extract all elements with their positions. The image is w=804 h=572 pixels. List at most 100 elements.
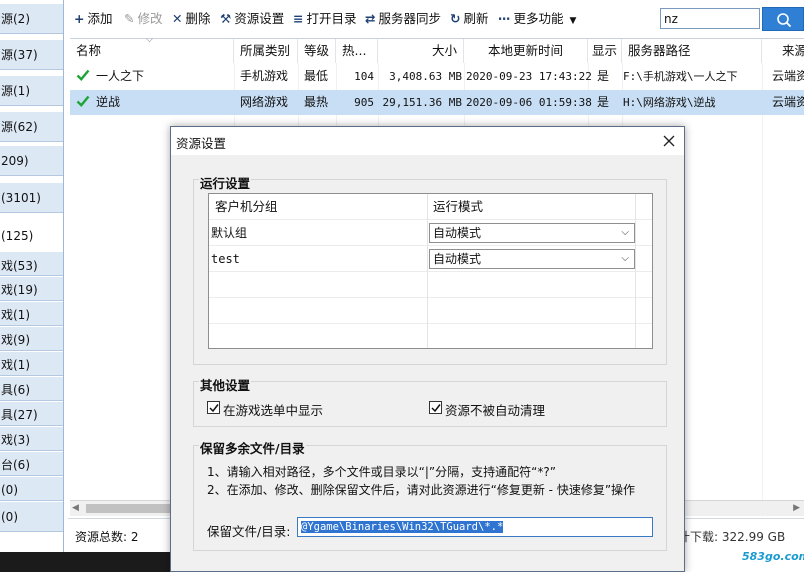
col-name[interactable]: 名称: [70, 39, 234, 63]
refresh-button[interactable]: ↻ 刷新: [450, 6, 489, 32]
run-mode-value: 自动模式: [433, 252, 482, 266]
category-item[interactable]: 戏(19): [0, 277, 63, 301]
col-client-group[interactable]: 客户机分组: [209, 194, 427, 219]
add-button[interactable]: + 添加: [74, 6, 113, 32]
category-item[interactable]: 台(6): [0, 452, 63, 476]
col-server-path[interactable]: 服务器路径: [622, 39, 762, 63]
col-show[interactable]: 显示: [588, 39, 622, 63]
col-level[interactable]: 等级: [298, 39, 336, 63]
wrench-icon: ⚒: [220, 11, 232, 26]
category-item[interactable]: 具(27): [0, 402, 63, 426]
category-label: 戏(1): [1, 308, 30, 322]
grid-line: [209, 323, 652, 324]
close-icon[interactable]: [659, 131, 679, 151]
more-label: 更多功能: [513, 11, 564, 26]
delete-label: 删除: [185, 11, 211, 26]
client-group-grid: 客户机分组 运行模式 默认组 自动模式 ⌵ test 自动模式 ⌵: [208, 193, 653, 349]
category-item[interactable]: 戏(53): [0, 252, 63, 276]
grid-line: [209, 297, 652, 298]
run-mode-select[interactable]: 自动模式 ⌵: [429, 249, 635, 269]
col-heat[interactable]: 热...: [336, 39, 378, 63]
col-local-time[interactable]: 本地更新时间: [464, 39, 588, 63]
delete-button[interactable]: ✕ 删除: [172, 6, 211, 32]
plus-icon: +: [74, 11, 85, 26]
keep-files-input[interactable]: @Ygame\Binaries\Win32\TGuard\*.*: [297, 517, 653, 537]
search-button[interactable]: [762, 7, 804, 31]
category-label: 戏(19): [1, 283, 38, 297]
category-item[interactable]: 戏(1): [0, 302, 63, 326]
refresh-icon: ↻: [450, 11, 461, 26]
col-run-mode[interactable]: 运行模式: [427, 194, 652, 219]
category-label: (0): [1, 483, 18, 497]
edit-label: 修改: [137, 11, 163, 26]
server-sync-label: 服务器同步: [378, 11, 441, 26]
category-sidebar: 源(2) 源(37) 源(1) 源(62) 209) (3101) (125) …: [0, 0, 64, 572]
category-item[interactable]: (0): [0, 502, 63, 532]
chevron-down-icon: ⌵: [621, 227, 629, 238]
category-item[interactable]: 209): [0, 146, 63, 176]
category-label: 戏(3): [1, 433, 30, 447]
cell-source: 云端资: [772, 95, 804, 109]
category-item[interactable]: 戏(1): [0, 352, 63, 376]
category-item-selected[interactable]: (125): [0, 219, 63, 253]
scroll-right-icon[interactable]: ▶: [793, 503, 800, 513]
col-size[interactable]: 大小: [378, 39, 464, 63]
category-item[interactable]: 具(6): [0, 377, 63, 401]
category-label: 戏(9): [1, 333, 30, 347]
cell-level: 最低: [304, 69, 329, 83]
show-in-menu-checkbox[interactable]: [207, 401, 220, 414]
category-label: (3101): [1, 191, 41, 205]
watermark: 583go.com: [742, 550, 804, 563]
category-label: 戏(1): [1, 358, 30, 372]
keep-files-note-2: 2、在添加、修改、删除保留文件后，请对此资源进行“修复更新 - 快速修复”操作: [207, 483, 636, 497]
category-item[interactable]: 源(62): [0, 112, 63, 142]
edit-button[interactable]: ✎ 修改: [124, 6, 163, 32]
cell-size: 29,151.36 MB: [382, 96, 462, 109]
category-item[interactable]: 源(2): [0, 4, 63, 34]
search-icon: [777, 13, 792, 28]
dialog-title: 资源设置: [176, 136, 227, 151]
grid-line: [762, 63, 763, 517]
more-dots-icon: ⋯: [498, 11, 511, 26]
grid-line: [209, 245, 652, 246]
show-in-menu-label[interactable]: 在游戏选单中显示: [223, 400, 323, 419]
resource-settings-button[interactable]: ⚒ 资源设置: [220, 6, 284, 32]
category-item[interactable]: 源(37): [0, 40, 63, 70]
category-item[interactable]: 戏(9): [0, 327, 63, 351]
category-label: 具(27): [1, 408, 38, 422]
category-item[interactable]: 戏(3): [0, 427, 63, 451]
cell-size: 3,408.63 MB: [389, 70, 462, 83]
col-source[interactable]: 来源: [762, 39, 804, 63]
category-item[interactable]: 源(1): [0, 76, 63, 106]
checkmark-icon: [431, 404, 441, 413]
run-mode-select[interactable]: 自动模式 ⌵: [429, 223, 635, 243]
open-dir-label: 打开目录: [306, 11, 357, 26]
category-label: 209): [1, 154, 29, 168]
check-icon: [76, 69, 90, 81]
run-settings-title: 运行设置: [199, 173, 252, 192]
no-auto-clean-label[interactable]: 资源不被自动清理: [445, 400, 545, 419]
pencil-icon: ✎: [124, 11, 135, 26]
grid-line: [209, 271, 652, 272]
category-item[interactable]: (0): [0, 477, 63, 501]
group-name-cell: 默认组: [211, 226, 248, 240]
keep-files-note-1: 1、请输入相对路径，多个文件或目录以“|”分隔，支持通配符“*?”: [207, 465, 556, 479]
category-item[interactable]: (3101): [0, 183, 63, 213]
cell-local-time: 2020-09-06 01:59:38: [466, 96, 592, 109]
checkmark-icon: [209, 404, 219, 413]
cell-source: 云端资: [772, 69, 804, 83]
table-row[interactable]: 一人之下 手机游戏 最低 104 3,408.63 MB 2020-09-23 …: [70, 64, 804, 89]
cell-category: 网络游戏: [240, 95, 289, 109]
dropdown-arrow-icon: ▼: [569, 16, 577, 26]
open-dir-button[interactable]: ≡ 打开目录: [293, 6, 357, 32]
server-sync-button[interactable]: ⇄ 服务器同步: [365, 6, 441, 32]
no-auto-clean-checkbox[interactable]: [429, 401, 442, 414]
table-row-selected[interactable]: 逆战 网络游戏 最热 905 29,151.36 MB 2020-09-06 0…: [70, 90, 804, 115]
col-category[interactable]: 所属类别: [234, 39, 298, 63]
resource-settings-dialog: 资源设置 运行设置 客户机分组 运行模式 默认组 自动模式 ⌵ test 自动模…: [170, 126, 685, 572]
search-input[interactable]: [660, 8, 760, 29]
more-button[interactable]: ⋯ 更多功能 ▼: [498, 6, 576, 32]
category-label: (125): [1, 229, 34, 243]
scroll-left-icon[interactable]: ◀: [72, 503, 79, 513]
cell-category: 手机游戏: [240, 69, 289, 83]
